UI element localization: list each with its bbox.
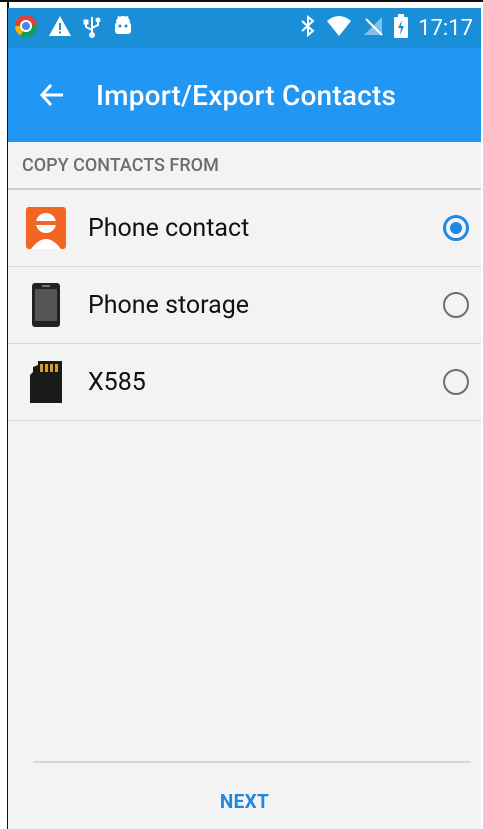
radio-phone-contact[interactable]	[443, 215, 469, 241]
contact-avatar-icon	[26, 206, 66, 250]
footer-divider	[33, 761, 471, 763]
radio-x585[interactable]	[443, 369, 469, 395]
warning-icon	[48, 15, 72, 41]
source-options-list: Phone contact Phone storage X585	[8, 190, 481, 421]
phone-screen: 17:17 Import/Export Contacts COPY CONTAC…	[8, 8, 481, 829]
no-signal-icon	[362, 15, 384, 41]
wifi-icon	[326, 15, 352, 41]
frame-top-border	[0, 0, 483, 2]
option-phone-contact[interactable]: Phone contact	[8, 190, 481, 267]
bluetooth-icon	[300, 14, 316, 42]
app-bar: Import/Export Contacts	[8, 48, 481, 142]
radio-phone-storage[interactable]	[443, 292, 469, 318]
usb-icon	[82, 14, 102, 42]
sd-card-icon	[26, 360, 66, 404]
page-title: Import/Export Contacts	[96, 78, 397, 112]
option-phone-storage[interactable]: Phone storage	[8, 267, 481, 344]
status-clock: 17:17	[418, 15, 473, 41]
option-label: Phone storage	[88, 290, 250, 320]
chrome-icon	[14, 14, 38, 42]
back-button[interactable]	[22, 65, 82, 125]
section-header: COPY CONTACTS FROM	[22, 154, 219, 176]
status-bar: 17:17	[8, 8, 481, 48]
battery-icon	[394, 14, 409, 42]
option-label: Phone contact	[88, 213, 250, 243]
option-x585[interactable]: X585	[8, 344, 481, 421]
arrow-left-icon	[39, 83, 63, 107]
phone-device-icon	[26, 283, 66, 327]
android-icon	[112, 15, 134, 41]
option-label: X585	[88, 367, 146, 397]
next-button[interactable]: NEXT	[8, 773, 481, 829]
